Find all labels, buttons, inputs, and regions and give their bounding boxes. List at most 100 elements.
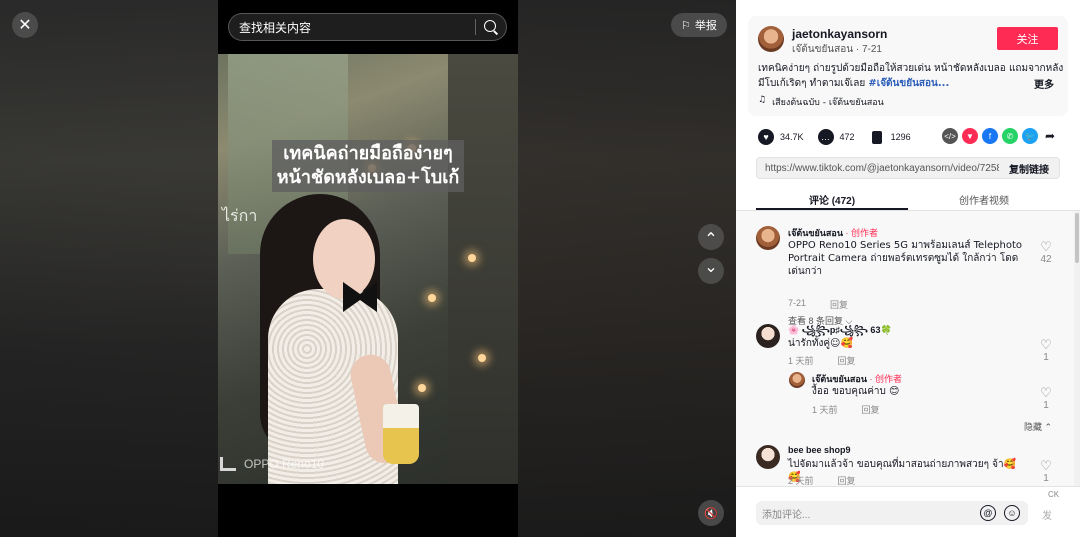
reply-button[interactable]: 回复: [838, 354, 856, 367]
tab-comments[interactable]: 评论 (472): [756, 188, 908, 210]
video-description: เทคนิคง่ายๆ ถ่ายรูปด้วยมือถือให้สวยเด่น …: [758, 61, 1064, 91]
video-background-sign: ไร่กา: [222, 206, 258, 225]
heart-icon: ♥: [758, 129, 774, 145]
comment-tabs: 评论 (472) 创作者视频: [756, 188, 1060, 210]
search-divider: [475, 19, 476, 35]
replier-name[interactable]: เจ๊ต้นขยันสอน · 创作者: [812, 372, 902, 386]
more-button[interactable]: 更多: [1034, 76, 1054, 91]
next-video-button[interactable]: ⌄: [698, 258, 724, 284]
video-background-pillar: [448, 54, 518, 484]
like-button[interactable]: ♥ 34.7K: [758, 129, 804, 145]
reply-text: งื้ออ ขอบคุณค่าบ 😊: [812, 386, 900, 397]
whatsapp-icon[interactable]: ✆: [1002, 128, 1018, 144]
comment-count: 472: [839, 132, 855, 142]
side-panel: jaetonkayansorn เจ๊ต้นขยันสอน · 7-21 关注 …: [736, 0, 1080, 537]
music-title[interactable]: เสียงต้นฉบับ - เจ๊ต้นขยันสอน: [772, 95, 884, 109]
flag-icon: ⚐: [681, 19, 691, 32]
reply-time: 1 天前: [812, 405, 838, 415]
comment-text: น่ารักทั้งคู่☺🥰: [788, 338, 853, 349]
comment-meta: 1 天前 回复: [788, 354, 856, 367]
comment-input-placeholder: 添加评论...: [762, 509, 811, 521]
facebook-icon[interactable]: f: [982, 128, 998, 144]
comment-composer: 添加评论... @ ☺ 发 CK: [736, 486, 1080, 537]
author-avatar[interactable]: [758, 26, 784, 52]
reply-button[interactable]: 回复: [862, 403, 880, 416]
chevron-up-icon: ⌃: [704, 231, 718, 248]
volume-muted-icon: 🔇: [704, 507, 718, 520]
reply-like-count: 1: [1043, 400, 1049, 411]
comment-input[interactable]: 添加评论... @ ☺: [756, 501, 1028, 525]
comment-like-button[interactable]: ♡ 1: [1036, 458, 1056, 485]
search-bar[interactable]: 查找相关内容: [228, 13, 507, 41]
reply-like-button[interactable]: ♡ 1: [1036, 386, 1056, 412]
music-note-icon: ♫: [758, 95, 767, 105]
copy-link-button[interactable]: 复制链接: [999, 161, 1059, 176]
mention-icon[interactable]: @: [980, 505, 996, 521]
video-info-card: jaetonkayansorn เจ๊ต้นขยันสอน · 7-21 关注 …: [748, 16, 1068, 116]
hide-replies-button[interactable]: 隐藏 ⌃: [1024, 420, 1052, 433]
bookmark-icon: [871, 130, 882, 144]
video-watermark: OPPO Reno10: [220, 457, 324, 471]
video-stage: ไร่กา เทคนิคถ่ายมือถือง่ายๆ หน้าชัดหลังเ…: [0, 0, 736, 537]
comment-text: OPPO Reno10 Series 5G มาพร้อมเลนส์ Telep…: [788, 240, 1022, 277]
video-player[interactable]: ไร่กา: [218, 54, 518, 484]
video-url[interactable]: https://www.tiktok.com/@jaetonkayansorn/…: [765, 163, 999, 174]
close-button[interactable]: ✕: [12, 12, 38, 38]
share-arrow-icon[interactable]: ➦: [1042, 128, 1058, 144]
reply-meta: 1 天前 回复: [812, 403, 880, 416]
replier-name-text[interactable]: เจ๊ต้นขยันสอน: [812, 374, 867, 384]
music-info[interactable]: ♫ เสียงต้นฉบับ - เจ๊ต้นขยันสอน: [758, 95, 884, 109]
replier-avatar[interactable]: [789, 372, 805, 388]
twitter-icon[interactable]: 🐦: [1022, 128, 1038, 144]
report-button[interactable]: ⚐ 举报: [671, 13, 727, 37]
comment-list[interactable]: เจ๊ต้นขยันสอน · 创作者 OPPO Reno10 Series 5…: [736, 211, 1080, 486]
comment-time: 1 天前: [788, 356, 814, 366]
tab-creator-videos[interactable]: 创作者视频: [908, 188, 1060, 210]
emoji-icon[interactable]: ☺: [1004, 505, 1020, 521]
heart-outline-icon: ♡: [1040, 458, 1052, 473]
bokeh-light: [428, 294, 436, 302]
comment-like-button[interactable]: ♡ 1: [1036, 337, 1056, 364]
send-icon[interactable]: ▼: [962, 128, 978, 144]
comment-button[interactable]: … 472: [817, 129, 855, 145]
share-icons: </> ▼ f ✆ 🐦 ➦: [942, 128, 1058, 144]
caption-line-2: หน้าชัดหลังเบลอ+โบเก้: [276, 167, 460, 188]
follow-button[interactable]: 关注: [997, 27, 1058, 50]
previous-video-button[interactable]: ⌃: [698, 224, 724, 250]
comment-scrollbar-thumb[interactable]: [1075, 213, 1079, 263]
commenter-avatar[interactable]: [756, 324, 780, 348]
comment-meta: 7-21 回复: [788, 298, 848, 311]
close-icon: ✕: [18, 17, 32, 34]
reply-button[interactable]: 回复: [830, 298, 848, 311]
heart-outline-icon: ♡: [1040, 239, 1052, 254]
commenter-avatar[interactable]: [756, 445, 780, 469]
post-comment-button[interactable]: 发: [1042, 507, 1052, 522]
commenter-name-text[interactable]: เจ๊ต้นขยันสอน: [788, 228, 843, 238]
commenter-name[interactable]: เจ๊ต้นขยันสอน · 创作者: [788, 226, 878, 240]
comment-icon: …: [817, 129, 834, 145]
hashtag-link[interactable]: #เจ๊ต้นขยันสอน...: [868, 78, 949, 89]
reply-button[interactable]: 回复: [838, 474, 856, 486]
comment-time: 2 天前: [788, 476, 814, 486]
favorite-button[interactable]: 1296: [869, 130, 911, 144]
bokeh-light: [418, 384, 426, 392]
comment-like-count: 1: [1043, 352, 1049, 363]
heart-outline-icon: ♡: [1040, 337, 1052, 352]
chevron-down-icon: ⌄: [704, 259, 718, 276]
embed-icon[interactable]: </>: [942, 128, 958, 144]
video-caption: เทคนิคถ่ายมือถือง่ายๆ หน้าชัดหลังเบลอ+โบ…: [272, 140, 464, 192]
comment-like-count: 1: [1043, 473, 1049, 484]
commenter-name[interactable]: bee bee shop9: [788, 445, 851, 455]
bokeh-light: [478, 354, 486, 362]
author-username[interactable]: jaetonkayansorn: [792, 27, 887, 41]
watermark-text: OPPO Reno10: [244, 457, 325, 471]
mute-button[interactable]: 🔇: [698, 500, 724, 526]
search-input[interactable]: 查找相关内容: [239, 19, 467, 36]
comment-like-button[interactable]: ♡ 42: [1036, 239, 1056, 266]
commenter-avatar[interactable]: [756, 226, 780, 250]
search-icon[interactable]: [484, 20, 498, 34]
creator-badge: · 创作者: [866, 374, 902, 384]
comment-item: เจ๊ต้นขยันสอน · 创作者 OPPO Reno10 Series 5…: [736, 226, 1056, 326]
comment-time: 7-21: [788, 298, 807, 308]
comment-like-count: 42: [1040, 254, 1052, 265]
